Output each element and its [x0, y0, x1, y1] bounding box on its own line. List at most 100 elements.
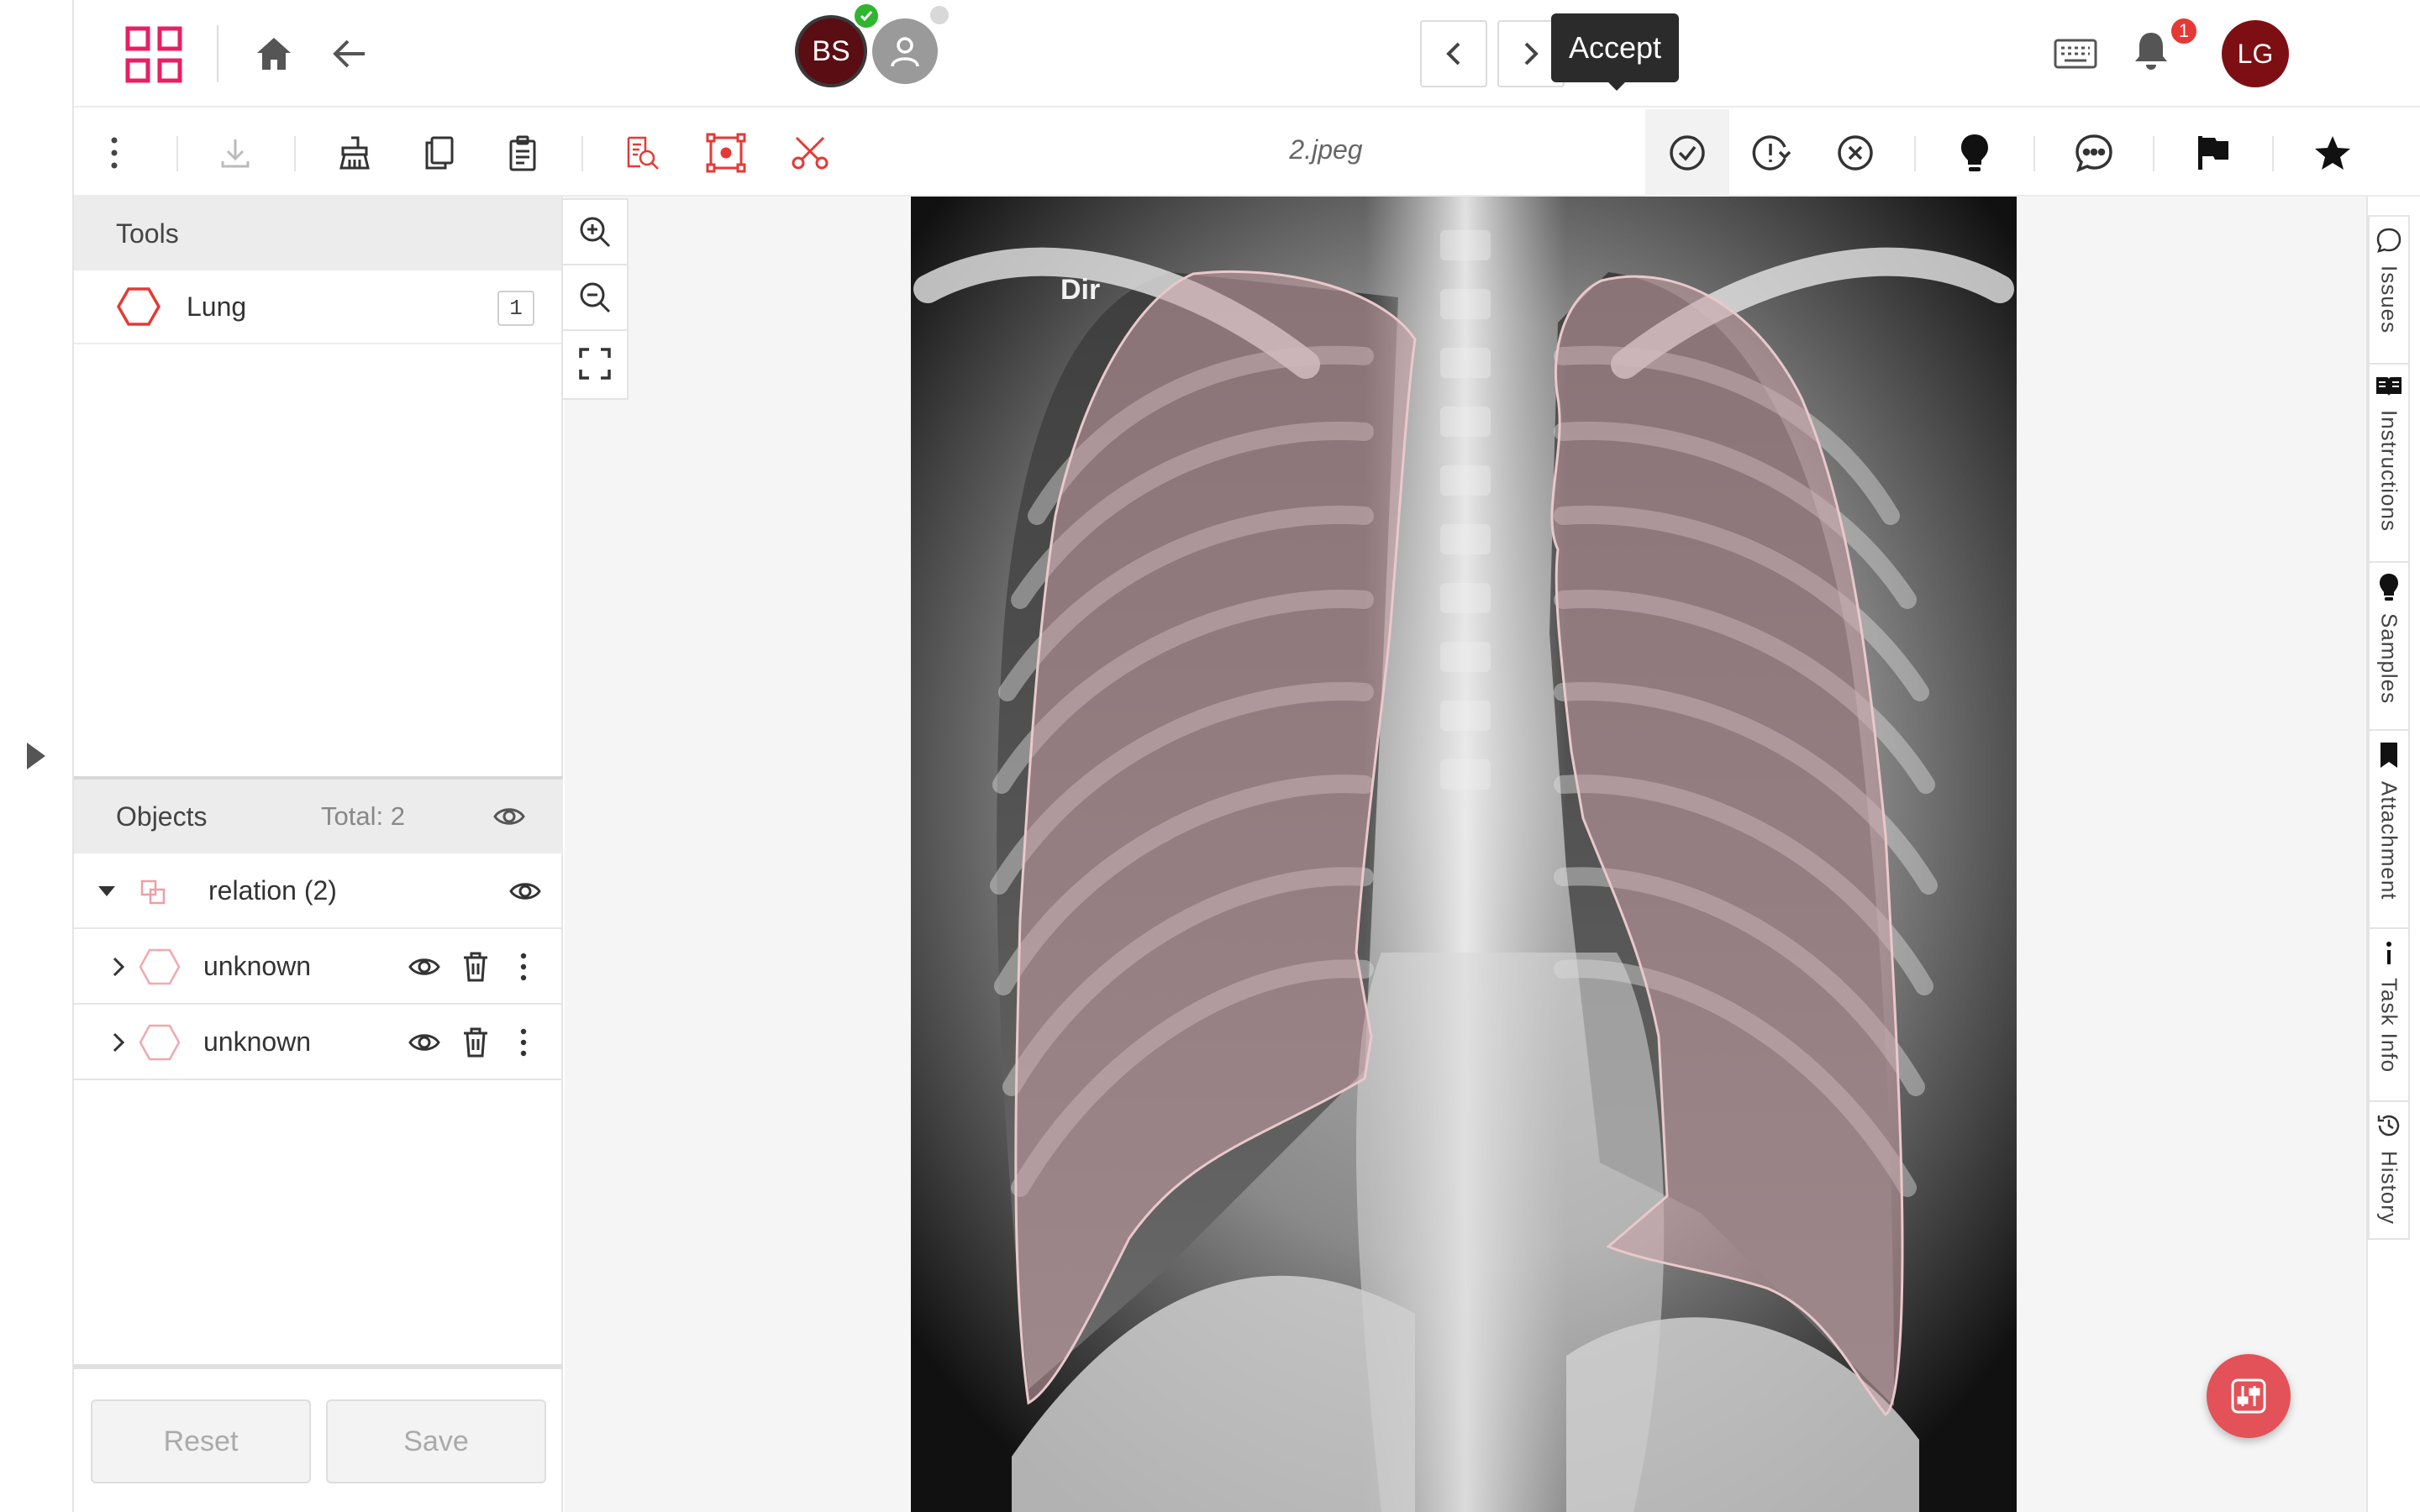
caret-down-icon[interactable]	[94, 879, 119, 904]
hexagon-icon	[138, 1023, 182, 1062]
trash-icon[interactable]	[459, 1025, 492, 1060]
tab-label: Task Info	[2376, 978, 2402, 1074]
logo-icon[interactable]	[124, 25, 183, 84]
user-avatar[interactable]: LG	[2222, 20, 2289, 87]
bulb-icon[interactable]	[1949, 128, 2000, 178]
bounding-box-icon[interactable]	[701, 128, 751, 178]
settings-fab[interactable]	[2207, 1354, 2291, 1438]
avatar-initials: BS	[812, 34, 850, 67]
tab-attachment[interactable]: Attachment	[2370, 731, 2408, 929]
check-circle-icon	[1670, 135, 1705, 171]
toolbar-divider	[176, 136, 178, 171]
chevron-right-icon	[1524, 42, 1539, 66]
eye-icon[interactable]	[407, 949, 442, 984]
notification-badge: 1	[2170, 17, 2198, 45]
flag-icon[interactable]	[2188, 128, 2238, 178]
tab-samples[interactable]: Samples	[2370, 563, 2408, 731]
brush-clear-icon[interactable]	[329, 128, 380, 178]
fit-screen-icon[interactable]	[563, 331, 627, 396]
app-root: BS Accept 1 LG 2.jpeg Tools Lung 1 Objec…	[0, 0, 2420, 1512]
right-sidebar-tabs: Issues Instructions Samples Attachment T…	[2368, 215, 2410, 1240]
tools-panel: Tools Lung 1 Objects Total: 2 relation (…	[74, 197, 563, 1512]
eye-icon[interactable]	[508, 874, 543, 909]
tab-task-info[interactable]: Task Info	[2370, 929, 2408, 1102]
tab-label: Instructions	[2376, 410, 2402, 532]
accept-button[interactable]	[1645, 109, 1729, 197]
relation-label: relation (2)	[208, 874, 337, 906]
objects-header: Objects Total: 2	[74, 780, 563, 853]
hexagon-icon	[138, 948, 182, 986]
trash-icon[interactable]	[459, 949, 492, 984]
tab-issues[interactable]: Issues	[2370, 217, 2408, 365]
home-icon[interactable]	[250, 30, 297, 77]
alert-circle-icon	[1752, 135, 1791, 171]
keyboard-icon[interactable]	[2050, 30, 2101, 77]
more-options-icon[interactable]	[511, 949, 536, 984]
magic-search-icon[interactable]	[617, 128, 667, 178]
book-icon	[2376, 377, 2402, 396]
object-label: unknown	[203, 1026, 312, 1057]
zoom-controls	[563, 198, 629, 400]
notification-bell-icon[interactable]	[2126, 25, 2176, 76]
eye-icon[interactable]	[492, 800, 526, 840]
toolbar-divider	[2272, 136, 2274, 171]
object-label: unknown	[203, 950, 312, 981]
xray-image[interactable]: Dir	[911, 197, 2017, 1512]
tab-label: Samples	[2376, 613, 2402, 705]
object-row[interactable]: unknown	[74, 929, 563, 1005]
skip-issue-button[interactable]	[1746, 128, 1797, 178]
comment-icon[interactable]	[2069, 128, 2119, 178]
reject-button[interactable]	[1830, 128, 1881, 178]
file-name: 2.jpeg	[1289, 134, 1363, 165]
star-icon[interactable]	[2307, 128, 2358, 178]
save-button[interactable]: Save	[326, 1399, 546, 1483]
user-initials: LG	[2237, 38, 2274, 69]
copy-icon[interactable]	[413, 128, 464, 178]
check-status-icon	[852, 2, 881, 30]
image-canvas[interactable]: Dir	[565, 197, 2366, 1512]
paste-icon[interactable]	[497, 128, 548, 178]
bulb-icon	[2380, 574, 2398, 601]
previous-button[interactable]	[1420, 20, 1487, 87]
tab-label: Attachment	[2376, 781, 2402, 900]
more-options-icon[interactable]	[89, 128, 139, 178]
zoom-out-icon[interactable]	[563, 265, 627, 331]
reset-button[interactable]: Reset	[91, 1399, 311, 1483]
download-icon[interactable]	[210, 128, 260, 178]
adjust-icon	[2231, 1378, 2266, 1414]
toolbar-divider	[1914, 136, 1916, 171]
info-icon	[2386, 942, 2391, 964]
tool-count-badge: 1	[497, 291, 534, 326]
tab-label: Issues	[2376, 265, 2402, 334]
tab-instructions[interactable]: Instructions	[2370, 365, 2408, 563]
tab-label: History	[2376, 1151, 2402, 1225]
object-row[interactable]: unknown	[74, 1005, 563, 1080]
toolbar-divider	[581, 136, 583, 171]
toolbar-divider	[2033, 136, 2035, 171]
back-arrow-icon[interactable]	[326, 30, 373, 77]
tool-item-lung[interactable]: Lung 1	[74, 270, 561, 344]
toolbar-divider	[294, 136, 296, 171]
scissors-icon[interactable]	[785, 128, 835, 178]
collaborator-avatar-user[interactable]	[869, 15, 941, 87]
left-collapsed-strip	[0, 0, 74, 1512]
expand-panel-icon[interactable]	[24, 739, 49, 773]
panel-footer-divider	[74, 1364, 563, 1369]
annotation-toolbar: 2.jpeg	[74, 109, 2420, 197]
toolbar-divider	[2153, 136, 2154, 171]
hexagon-icon	[116, 287, 161, 326]
relation-group-row[interactable]: relation (2)	[74, 853, 563, 929]
bookmark-icon	[2381, 743, 2397, 768]
tool-label: Lung	[187, 291, 247, 322]
chevron-right-icon[interactable]	[106, 953, 131, 981]
tab-history[interactable]: History	[2370, 1102, 2408, 1238]
status-dot	[928, 3, 951, 27]
comment-icon	[2376, 228, 2402, 253]
eye-icon[interactable]	[407, 1025, 442, 1060]
zoom-in-icon[interactable]	[563, 200, 627, 265]
clock-icon	[2377, 1115, 2400, 1137]
accept-tooltip: Accept	[1551, 13, 1679, 82]
tools-header: Tools	[74, 197, 561, 270]
more-options-icon[interactable]	[511, 1025, 536, 1060]
chevron-right-icon[interactable]	[106, 1028, 131, 1057]
